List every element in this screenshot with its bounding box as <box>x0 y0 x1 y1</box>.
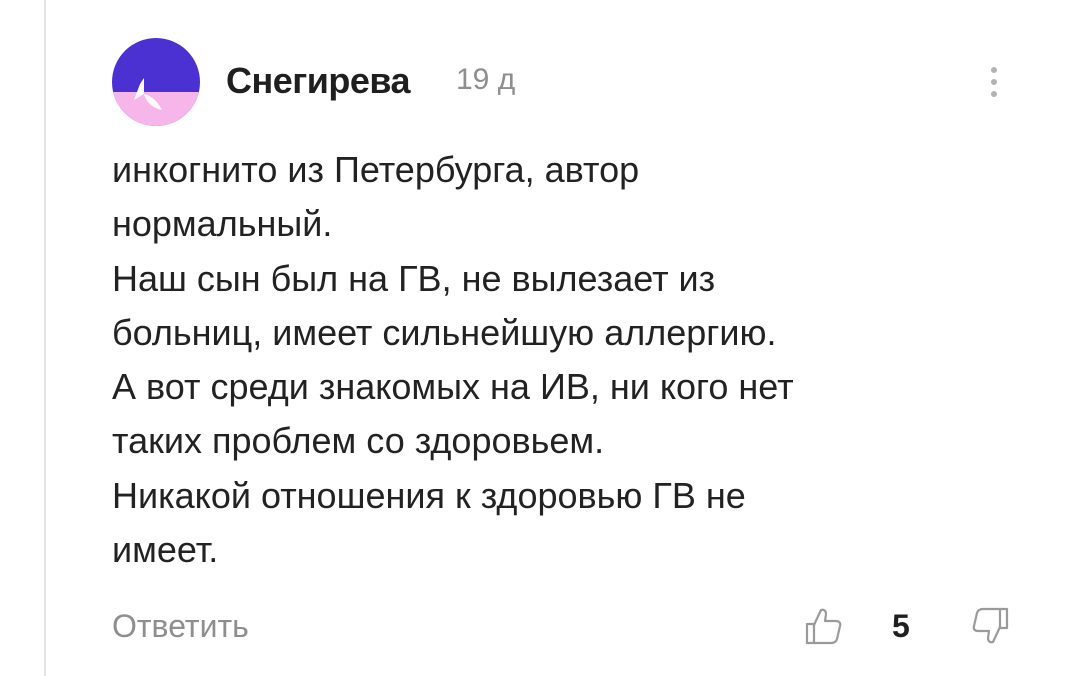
dislike-button[interactable] <box>968 604 1012 648</box>
comment-text-line: больниц, имеет сильнейшую аллергию. <box>112 311 777 353</box>
comment-text-line: Никакой отношения к здоровью ГВ не <box>112 474 746 516</box>
reply-button[interactable]: Ответить <box>112 608 249 645</box>
thread-line <box>44 0 46 676</box>
avatar[interactable] <box>112 38 200 126</box>
timestamp: 19 д <box>456 63 516 96</box>
comment-text-line: Наш сын был на ГВ, не вылезает из <box>112 257 716 299</box>
more-vertical-icon <box>991 67 997 97</box>
thumbs-down-icon <box>972 607 1009 644</box>
avatar-image <box>112 38 200 126</box>
like-count: 5 <box>892 608 910 644</box>
comment-text-line: имеет. <box>112 529 219 571</box>
thumbs-up-icon <box>805 608 842 645</box>
comment-actions: Ответить 5 <box>112 607 1032 648</box>
like-button[interactable] <box>802 604 846 648</box>
comment-text-line: таких проблем со здоровьем. <box>112 420 605 462</box>
more-options-button[interactable] <box>978 62 1010 102</box>
comment-text-line: А вот среди знакомых на ИВ, ни кого нет <box>112 366 794 408</box>
comment-text: инкогнито из Петербурга, автор нормальны… <box>112 143 992 577</box>
comment-text-line: нормальный. <box>112 203 333 245</box>
comment-text-line: инкогнито из Петербурга, автор <box>112 149 640 190</box>
author-name[interactable]: Снегирева <box>226 60 411 102</box>
